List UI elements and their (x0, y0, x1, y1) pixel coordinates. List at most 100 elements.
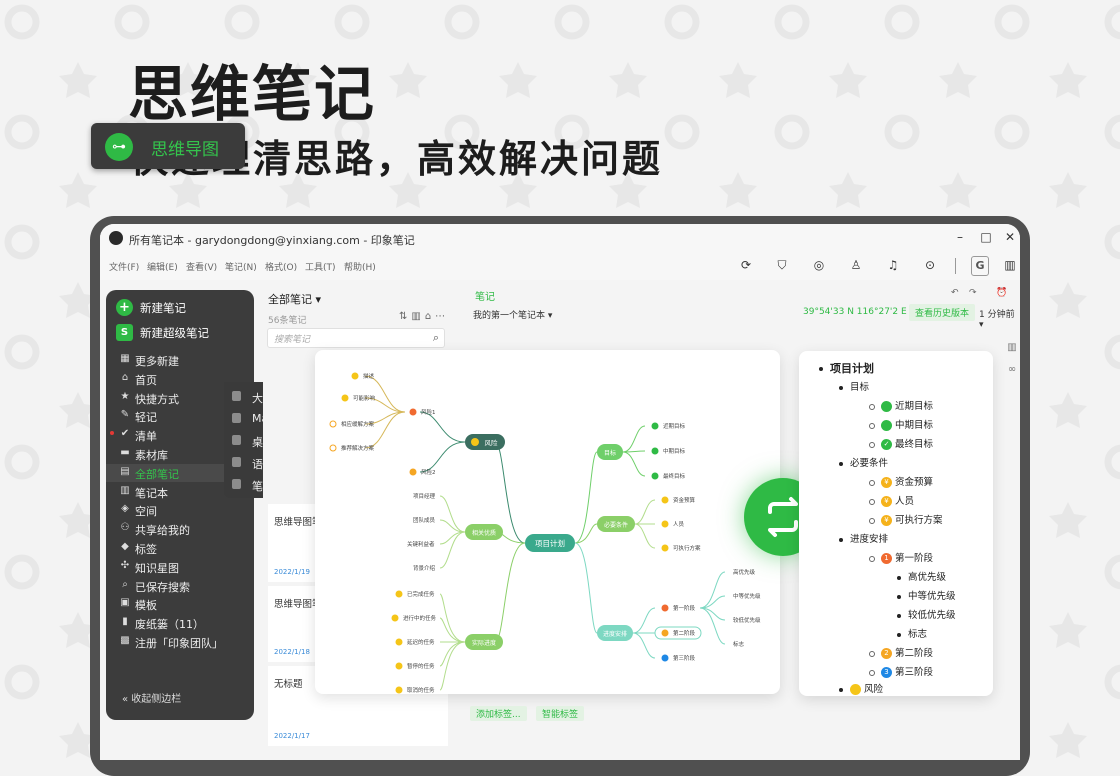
sidebar-item-label: 知识星图 (135, 561, 179, 575)
sidebar-item[interactable]: ◈ 空间 (106, 501, 226, 519)
markdown-icon (232, 413, 241, 423)
g-icon[interactable]: G (971, 256, 989, 276)
notebook-icon (232, 479, 241, 489)
mind-map-canvas[interactable]: 项目计划 风险 相关优质 实际进度 目标 必要条件 进度安排 风险1 风险2 描… (315, 350, 780, 694)
note-list-tools[interactable]: ⇅▥⌂⋯ (399, 311, 449, 322)
schedule-child: 第二阶段 (673, 629, 696, 637)
sidebar-item[interactable]: ▦ 更多新建 (106, 351, 226, 369)
risk-2: 风险2 (421, 468, 436, 476)
sidebar-item-label: 更多新建 (135, 355, 179, 368)
note-list-title[interactable]: 全部笔记 ▾ (268, 291, 321, 307)
notebook-path[interactable]: 我的第一个笔记本 ▾ (473, 308, 552, 321)
menu-tools[interactable]: 工具(T) (305, 260, 336, 273)
sidebar-item[interactable]: ▤ 全部笔记 (106, 463, 226, 482)
sync-icon[interactable]: ⟳ (736, 255, 756, 275)
outline-goal: 目标 (839, 379, 869, 393)
coin-icon: ¥ (881, 496, 892, 507)
sidebar: + 新建笔记 S 新建超级笔记 ▦ 更多新建 ⌂ 首页 ★ 快捷方式 ✎ 轻记 ✔ 清单 ▬ 素材库 ▤… (106, 290, 254, 720)
outline-view[interactable]: 项目计划 目标 近期目标 中期目标 ✓ 最终目标 必要条件 ¥ 资金预算 ¥ 人员 ¥… (799, 351, 993, 696)
branch-progress: 实际进度 (472, 639, 496, 647)
editor-header: 笔记 我的第一个笔记本 ▾ ↶ ↷ ⏰ 39°54'33 N 116°27'2 … (465, 280, 1020, 330)
risk1-child: 推荐解决方案 (341, 444, 375, 452)
add-tag-button[interactable]: 添加标签... (470, 706, 527, 721)
user-add-icon[interactable]: ♙ (846, 255, 866, 275)
notebook-label[interactable]: 笔记 (475, 288, 495, 303)
sidebar-item[interactable]: ✔ 清单 (106, 426, 226, 444)
grid-icon: ▦ (120, 353, 130, 364)
menu-item-mind-map[interactable]: ⊶ 思维导图 (91, 123, 245, 169)
risk1-child: 可能影响 (353, 394, 376, 402)
edit-time: 1 分钟前 ▾ (979, 310, 1015, 330)
advantage-child: 关键利益者 (407, 540, 435, 548)
sidebar-item[interactable]: ★ 快捷方式 (106, 389, 226, 407)
coin-icon: ¥ (881, 515, 892, 526)
bell-icon[interactable]: ♫ (883, 255, 903, 275)
sidebar-item[interactable]: ⌂ 首页 (106, 370, 226, 388)
sidebar-item[interactable]: ▮ 废纸篓（11） (106, 614, 226, 632)
condition-child: 人员 (673, 521, 685, 528)
search-icon: ⌕ (432, 331, 439, 344)
sidebar-item[interactable]: ▥ 笔记本 (106, 483, 226, 501)
maximize-button[interactable]: □ (978, 230, 994, 244)
menu-edit[interactable]: 编辑(E) (147, 260, 178, 273)
mind-map-svg: 项目计划 风险 相关优质 实际进度 目标 必要条件 进度安排 风险1 风险2 描… (329, 372, 761, 694)
search-input[interactable]: 搜索笔记 ⌕ (267, 328, 445, 348)
advantage-child: 项目经理 (413, 492, 436, 500)
sidebar-item[interactable]: ✎ 轻记 (106, 407, 226, 425)
number-icon: 2 (881, 648, 892, 659)
progress-child: 延迟的任务 (407, 638, 435, 646)
mindmap-root-label: 项目计划 (535, 538, 565, 548)
menu-note[interactable]: 笔记(N) (225, 260, 257, 273)
sidebar-item[interactable]: ▩ 注册「印象团队」 (106, 633, 226, 651)
target-icon[interactable]: ◎ (809, 255, 829, 275)
folder-icon: ▬ (120, 447, 130, 458)
branch-conditions: 必要条件 (604, 521, 628, 529)
super-note-icon: S (116, 324, 133, 341)
note-count: 56条笔记 (268, 316, 307, 326)
menu-view[interactable]: 查看(V) (186, 260, 217, 273)
outline-root: 项目计划 (819, 360, 874, 376)
notebook-icon: ▥ (120, 484, 130, 496)
pen-icon: ✎ (120, 409, 130, 421)
space-icon: ◈ (121, 503, 129, 515)
undo-icon[interactable]: ↶ (951, 288, 959, 298)
sidebar-item[interactable]: ⚇ 共享给我的 (106, 520, 226, 538)
sidebar-item[interactable]: ◆ 标签 (106, 539, 226, 557)
graph-icon: ✣ (120, 559, 130, 571)
sidebar-item[interactable]: ▬ 素材库 (106, 445, 226, 463)
sidebar-item-label: 清单 (135, 430, 157, 444)
shield-icon[interactable]: ⛉ (772, 255, 792, 275)
sidebar-item-label: 空间 (135, 505, 157, 519)
sidebar-item[interactable]: ⌕ 已保存搜索 (106, 577, 226, 595)
close-button[interactable]: ✕ (1002, 230, 1018, 244)
menu-help[interactable]: 帮助(H) (344, 260, 376, 273)
outline-schedule: 进度安排 (839, 531, 888, 545)
advantage-child: 背景介绍 (413, 564, 436, 572)
sidebar-item-label: 首页 (135, 373, 157, 387)
sidebar-item-label: 已保存搜索 (135, 580, 190, 594)
sidebar-item[interactable]: ▣ 模板 (106, 595, 226, 613)
link-icon[interactable]: ∞ (1005, 364, 1019, 378)
menu-file[interactable]: 文件(F) (109, 260, 139, 273)
search-icon: ⌕ (122, 578, 128, 590)
location-coords[interactable]: 39°54'33 N 116°27'2 E ▾ (803, 307, 914, 317)
sidebar-icon[interactable]: ▥ (1000, 255, 1020, 275)
progress-icon (881, 420, 892, 431)
smart-tag-button[interactable]: 智能标签 (536, 706, 585, 721)
history-button[interactable]: 查看历史版本 (909, 304, 976, 321)
reminder-icon[interactable]: ⏰ (996, 288, 1007, 298)
unread-dot (110, 431, 114, 436)
more-icon[interactable]: ⊙ (920, 255, 940, 275)
tag-icon: ◆ (121, 541, 129, 552)
side-panel-icon[interactable]: ▥ (1005, 342, 1019, 356)
sidebar-item-label: 注册「印象团队」 (135, 637, 223, 650)
menu-format[interactable]: 格式(O) (265, 260, 297, 273)
redo-icon[interactable]: ↷ (969, 288, 977, 298)
sidebar-item[interactable]: ✣ 知识星图 (106, 558, 226, 576)
stage1-child: 较低优先级 (733, 616, 761, 624)
check-icon: ✔ (120, 428, 130, 440)
collapse-sidebar-button[interactable]: « 收起侧边栏 (122, 690, 181, 705)
minimize-button[interactable]: – (952, 230, 968, 244)
sidebar-item-label: 标签 (135, 543, 157, 556)
advantage-child: 团队成员 (413, 516, 436, 524)
